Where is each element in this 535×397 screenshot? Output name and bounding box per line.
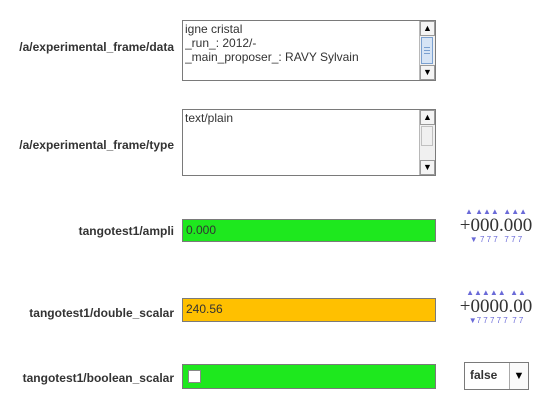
double-scalar-value-field: 240.56 bbox=[182, 298, 436, 322]
ampli-number-wheel[interactable]: ▲ ▲▲▲ ▲▲▲ +000.000 ▼ 7 7 7 7 7 7 bbox=[458, 207, 534, 244]
scroll-up-icon[interactable]: ▲ bbox=[420, 110, 435, 125]
type-text-area[interactable]: text/plain ▲ ▼ bbox=[182, 109, 436, 176]
boolean-scalar-attribute-label: tangotest1/boolean_scalar bbox=[22, 371, 174, 385]
type-text-content: text/plain bbox=[185, 111, 415, 125]
scroll-grip bbox=[424, 50, 430, 51]
double-scalar-number-wheel[interactable]: ▲▲▲▲▲ ▲▲ +0000.00 ▼7 7 7 7 7 7 7 bbox=[458, 288, 534, 325]
ampli-attribute-label: tangotest1/ampli bbox=[78, 224, 174, 238]
wheel-value: +000.000 bbox=[459, 215, 533, 236]
chevron-down-icon[interactable]: ▼ bbox=[509, 363, 528, 389]
scroll-down-icon[interactable]: ▼ bbox=[420, 160, 435, 175]
scroll-up-icon[interactable]: ▲ bbox=[420, 21, 435, 36]
data-line: igne cristal bbox=[185, 22, 243, 36]
wheel-decrement-icons[interactable]: ▼7 7 7 7 7 7 7 bbox=[458, 316, 534, 325]
boolean-value-combo[interactable]: false ▼ bbox=[464, 362, 529, 390]
wheel-value: +0000.00 bbox=[459, 296, 533, 317]
type-vertical-scrollbar[interactable]: ▲ ▼ bbox=[419, 110, 435, 175]
scroll-grip bbox=[424, 47, 430, 48]
boolean-checkbox[interactable] bbox=[188, 370, 201, 383]
wheel-decrement-icons[interactable]: ▼ 7 7 7 7 7 7 bbox=[458, 235, 534, 244]
scroll-down-icon[interactable]: ▼ bbox=[420, 65, 435, 80]
scroll-grip bbox=[424, 53, 430, 54]
double-scalar-attribute-label: tangotest1/double_scalar bbox=[29, 306, 174, 320]
type-attribute-label: /a/experimental_frame/type bbox=[19, 138, 174, 152]
scroll-thumb[interactable] bbox=[421, 37, 433, 64]
data-attribute-label: /a/experimental_frame/data bbox=[19, 40, 174, 54]
ampli-value-field: 0.000 bbox=[182, 219, 436, 242]
data-vertical-scrollbar[interactable]: ▲ ▼ bbox=[419, 21, 435, 80]
data-text-content: igne cristal _run_: 2012/- _main_propose… bbox=[185, 22, 415, 64]
data-line: _run_: 2012/- bbox=[185, 36, 257, 50]
data-line: _main_proposer_: RAVY Sylvain bbox=[185, 50, 359, 64]
data-text-area[interactable]: igne cristal _run_: 2012/- _main_propose… bbox=[182, 20, 436, 81]
type-line: text/plain bbox=[185, 111, 234, 125]
boolean-scalar-field bbox=[182, 364, 436, 389]
combo-selected-value: false bbox=[470, 368, 498, 382]
scroll-thumb[interactable] bbox=[421, 126, 433, 146]
